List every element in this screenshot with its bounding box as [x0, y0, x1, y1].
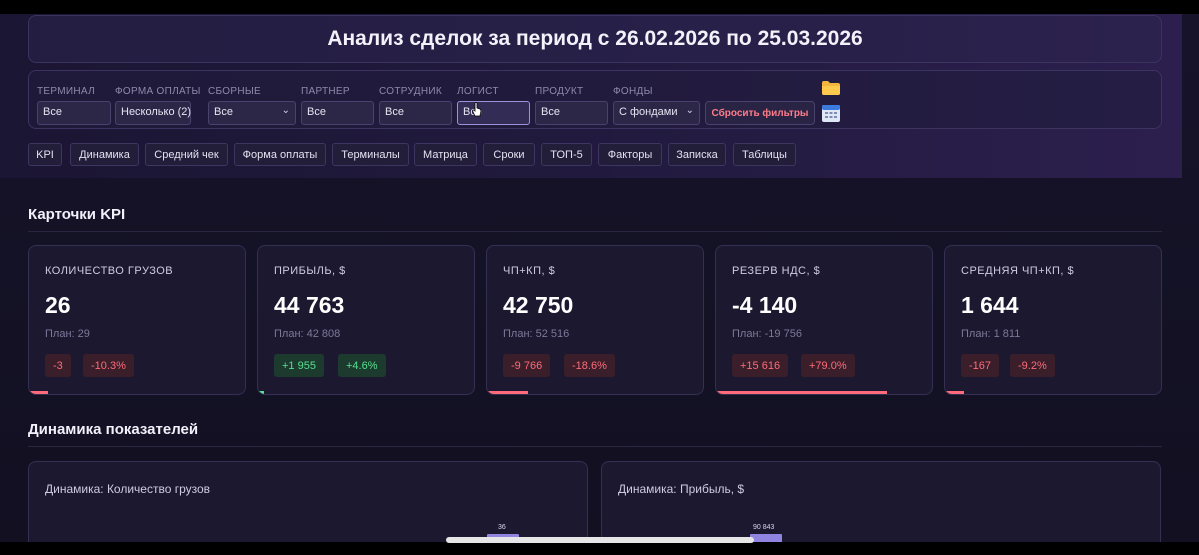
kpi-plan: План: 29 [45, 328, 90, 340]
partner-input[interactable]: Все [301, 101, 374, 125]
tab-payment-form[interactable]: Форма оплаты [234, 143, 326, 166]
tab-kpi[interactable]: KPI [28, 143, 62, 166]
chart-card-cargo-count: Динамика: Количество грузов 36 [28, 461, 588, 542]
filter-label-employee: СОТРУДНИК [379, 86, 442, 97]
kpi-value: 42 750 [503, 292, 574, 318]
kpi-delta-pct-badge: -18.6% [564, 354, 615, 377]
funds-select-value: С фондами [619, 106, 678, 118]
bottom-black-bar [0, 542, 1199, 555]
header-area: Анализ сделок за период с 26.02.2026 по … [0, 14, 1182, 178]
kpi-value: 44 763 [274, 292, 345, 318]
employee-input-value: Все [385, 106, 404, 118]
kpi-delta-pct-badge: +79.0% [801, 354, 855, 377]
tab-matrix[interactable]: Матрица [414, 143, 477, 166]
kpi-card-profit: ПРИБЫЛЬ, $ 44 763 План: 42 808 +1 955 +4… [257, 245, 475, 395]
folder-icon[interactable] [822, 81, 840, 95]
bar-data-label: 36 [498, 524, 506, 531]
kpi-card-cargo-count: КОЛИЧЕСТВО ГРУЗОВ 26 План: 29 -3 -10.3% [28, 245, 246, 395]
kpi-label: СРЕДНЯЯ ЧП+КП, $ [961, 265, 1075, 277]
kpi-delta-pct-badge: -10.3% [83, 354, 134, 377]
kpi-divider [28, 231, 1162, 232]
kpi-delta-badge: +15 616 [732, 354, 789, 377]
kpi-delta-badge: -9 766 [503, 354, 551, 377]
kpi-plan: План: 1 811 [961, 328, 1021, 340]
kpi-delta-pct-badge: +4.6% [338, 354, 386, 377]
dynamics-section-title: Динамика показателей [28, 421, 199, 438]
tab-terms[interactable]: Сроки [483, 143, 535, 166]
tab-top5[interactable]: ТОП-5 [541, 143, 592, 166]
kpi-plan: План: 52 516 [503, 328, 570, 340]
filter-label-consolidated: СБОРНЫЕ [208, 86, 261, 97]
product-input-value: Все [541, 106, 560, 118]
kpi-card-average-net-profit: СРЕДНЯЯ ЧП+КП, $ 1 644 План: 1 811 -167 … [944, 245, 1162, 395]
filter-label-product: ПРОДУКТ [535, 86, 584, 97]
filter-label-terminal: ТЕРМИНАЛ [37, 86, 95, 97]
employee-input[interactable]: Все [379, 101, 452, 125]
kpi-progress-bar [258, 391, 265, 394]
consolidated-select-value: Все [214, 106, 233, 118]
consolidated-select[interactable]: Все ⌄ [208, 101, 296, 125]
chart-card-profit: Динамика: Прибыль, $ 90 843 [601, 461, 1161, 542]
filter-label-funds: ФОНДЫ [613, 86, 653, 97]
kpi-plan: План: -19 756 [732, 328, 802, 340]
product-input[interactable]: Все [535, 101, 608, 125]
kpi-delta-badge: -3 [45, 354, 71, 377]
terminal-input-value: Все [43, 106, 62, 118]
payment-form-input[interactable]: Несколько (2) [115, 101, 191, 125]
kpi-label: РЕЗЕРВ НДС, $ [732, 265, 821, 277]
kpi-value: 26 [45, 292, 71, 318]
funds-select[interactable]: С фондами ⌄ [613, 101, 700, 125]
terminal-input[interactable]: Все [37, 101, 111, 125]
bar-data-label: 90 843 [753, 524, 775, 531]
mouse-cursor-icon [472, 102, 482, 117]
payment-form-input-value: Несколько (2) [121, 106, 192, 118]
dynamics-divider [28, 446, 1162, 447]
kpi-progress-bar [945, 391, 965, 394]
tab-average-check[interactable]: Средний чек [145, 143, 228, 166]
reset-filters-button[interactable]: Сбросить фильтры [705, 101, 815, 125]
logist-input[interactable]: Все [457, 101, 530, 125]
dashboard-app: Анализ сделок за период с 26.02.2026 по … [0, 14, 1199, 542]
page-title: Анализ сделок за период с 26.02.2026 по … [327, 27, 863, 50]
kpi-card-vat-reserve: РЕЗЕРВ НДС, $ -4 140 План: -19 756 +15 6… [715, 245, 933, 395]
tab-memo[interactable]: Записка [668, 143, 726, 166]
reset-filters-label: Сбросить фильтры [711, 107, 809, 119]
kpi-progress-bar [716, 391, 887, 394]
calendar-icon[interactable] [822, 104, 840, 122]
kpi-delta-badge: -167 [961, 354, 1000, 377]
kpi-card-net-profit: ЧП+КП, $ 42 750 План: 52 516 -9 766 -18.… [486, 245, 704, 395]
tab-terminals[interactable]: Терминалы [332, 143, 409, 166]
filter-label-payment-form: ФОРМА ОПЛАТЫ [115, 86, 201, 97]
tab-factors[interactable]: Факторы [598, 143, 662, 166]
partner-input-value: Все [307, 106, 326, 118]
filter-label-logist: ЛОГИСТ [457, 86, 499, 97]
kpi-progress-bar [487, 391, 529, 394]
filter-label-partner: ПАРТНЕР [301, 86, 350, 97]
kpi-section-title: Карточки KPI [28, 206, 126, 223]
page-title-box: Анализ сделок за период с 26.02.2026 по … [28, 15, 1162, 63]
chart-bar [750, 534, 782, 542]
filters-panel: ТЕРМИНАЛ ФОРМА ОПЛАТЫ СБОРНЫЕ ПАРТНЕР СО… [28, 70, 1162, 129]
tab-dynamics[interactable]: Динамика [70, 143, 139, 166]
kpi-plan: План: 42 808 [274, 328, 341, 340]
kpi-label: КОЛИЧЕСТВО ГРУЗОВ [45, 265, 174, 277]
kpi-label: ЧП+КП, $ [503, 265, 556, 277]
kpi-label: ПРИБЫЛЬ, $ [274, 265, 346, 277]
kpi-delta-badge: +1 955 [274, 354, 324, 377]
chevron-down-icon: ⌄ [281, 105, 290, 116]
chart-title: Динамика: Количество грузов [45, 482, 211, 496]
kpi-value: 1 644 [961, 292, 1019, 318]
tab-tables[interactable]: Таблицы [733, 143, 796, 166]
chevron-down-icon: ⌄ [685, 105, 694, 116]
home-indicator[interactable] [446, 537, 754, 543]
kpi-progress-bar [29, 391, 49, 394]
kpi-value: -4 140 [732, 292, 798, 318]
top-black-bar [0, 0, 1199, 14]
chart-title: Динамика: Прибыль, $ [618, 482, 745, 496]
kpi-delta-pct-badge: -9.2% [1010, 354, 1055, 377]
